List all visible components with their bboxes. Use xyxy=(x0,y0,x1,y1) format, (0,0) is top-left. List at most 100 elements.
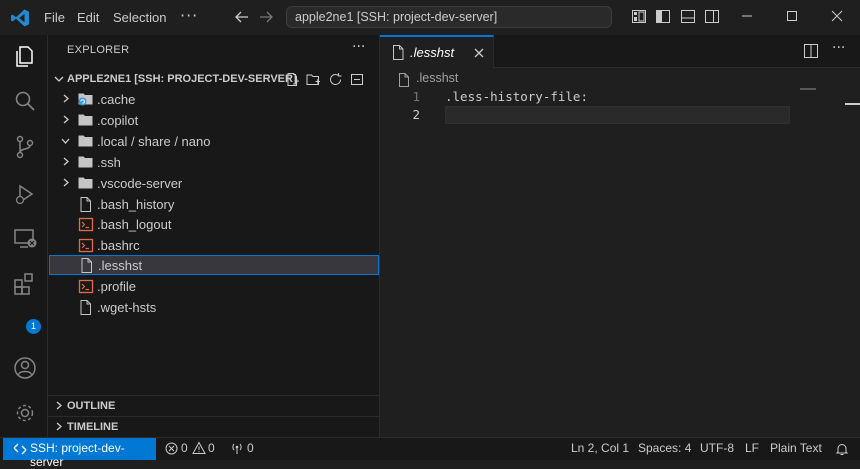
command-center[interactable]: apple2ne1 [SSH: project-dev-server] xyxy=(286,6,612,28)
tree-file-profile[interactable]: .profile xyxy=(48,276,379,296)
error-icon[interactable] xyxy=(165,442,178,455)
breadcrumb-label: .lesshst xyxy=(416,71,459,85)
new-folder-icon[interactable] xyxy=(306,72,321,87)
cursor-position[interactable]: Ln 2, Col 1 xyxy=(571,441,629,455)
maximize-icon[interactable] xyxy=(784,8,800,24)
tree-item-label: .cache xyxy=(97,92,136,107)
code-line[interactable]: 1 .less-history-file: xyxy=(380,88,860,107)
code-text[interactable]: .less-history-file: xyxy=(445,89,588,104)
chevron-down-icon xyxy=(54,76,64,82)
tree-file-bash-logout[interactable]: .bash_logout xyxy=(48,214,379,234)
tree-item-label: .copilot xyxy=(97,113,139,128)
settings-gear-icon[interactable] xyxy=(12,400,38,426)
forward-arrow-icon[interactable] xyxy=(259,10,274,24)
folder-icon xyxy=(78,156,93,168)
tree-item-label: .profile xyxy=(97,279,137,294)
tree-folder-cache[interactable]: .cache xyxy=(48,89,379,109)
tree-file-wget-hsts[interactable]: .wget-hsts xyxy=(48,297,379,317)
folder-sync-icon xyxy=(78,93,93,106)
tree-folder-local-share-nano[interactable]: .local / share / nano xyxy=(48,131,379,151)
explorer-icon[interactable] xyxy=(12,43,38,69)
error-count[interactable]: 0 xyxy=(181,441,188,455)
editor-area: .lesshst ··· .lesshst 1 .less-history-fi… xyxy=(380,35,860,437)
customize-layout-icon[interactable] xyxy=(632,10,646,23)
warning-count[interactable]: 0 xyxy=(208,441,215,455)
tree-item-label: .vscode-server xyxy=(97,176,183,191)
new-file-icon[interactable] xyxy=(285,72,300,87)
warning-icon[interactable] xyxy=(192,441,206,455)
back-arrow-icon[interactable] xyxy=(234,10,249,24)
language-mode[interactable]: Plain Text xyxy=(770,441,822,455)
tree-folder-copilot[interactable]: .copilot xyxy=(48,110,379,130)
file-icon xyxy=(399,73,409,87)
refresh-icon[interactable] xyxy=(328,72,343,87)
workspace-root-label: APPLE2NE1 [SSH: PROJECT-DEV-SERVER] xyxy=(67,73,297,85)
toggle-secondary-sidebar-icon[interactable] xyxy=(705,10,719,23)
indentation[interactable]: Spaces: 4 xyxy=(638,441,691,455)
shell-file-icon xyxy=(78,279,94,294)
tree-file-bashrc[interactable]: .bashrc xyxy=(48,235,379,255)
menu-file[interactable]: File xyxy=(44,10,65,25)
notifications-bell-icon[interactable] xyxy=(835,442,849,456)
workspace-root[interactable]: APPLE2NE1 [SSH: PROJECT-DEV-SERVER] xyxy=(48,70,379,90)
editor-more-icon[interactable]: ··· xyxy=(832,40,845,56)
source-control-icon[interactable] xyxy=(12,134,38,160)
tree-folder-vscode-server[interactable]: .vscode-server xyxy=(48,173,379,193)
line-number: 2 xyxy=(412,107,420,122)
tab-lesshst[interactable]: .lesshst xyxy=(380,35,494,68)
close-tab-icon[interactable] xyxy=(473,47,485,59)
timeline-label: TIMELINE xyxy=(67,421,119,433)
vscode-logo-icon[interactable] xyxy=(10,8,30,28)
tree-item-label: .bash_history xyxy=(97,197,175,212)
toggle-panel-icon[interactable] xyxy=(681,10,695,23)
explorer-sidebar: EXPLORER ··· APPLE2NE1 [SSH: PROJECT-DEV… xyxy=(48,35,380,437)
end-of-line[interactable]: LF xyxy=(745,441,759,455)
shell-file-icon xyxy=(78,238,94,253)
encoding[interactable]: UTF-8 xyxy=(700,441,734,455)
tree-item-label: .bash_logout xyxy=(97,217,172,232)
account-icon[interactable] xyxy=(12,355,38,381)
tree-folder-ssh[interactable]: .ssh xyxy=(48,152,379,172)
extensions-icon[interactable] xyxy=(12,271,38,297)
explorer-title: EXPLORER xyxy=(67,44,130,56)
minimize-icon[interactable] xyxy=(739,8,755,24)
menu-edit[interactable]: Edit xyxy=(77,10,99,25)
tab-label: .lesshst xyxy=(410,45,455,60)
file-icon xyxy=(80,197,91,212)
shell-file-icon xyxy=(78,217,94,232)
more-menu-icon[interactable]: ··· xyxy=(180,6,198,25)
line-number: 1 xyxy=(412,89,420,104)
menu-selection[interactable]: Selection xyxy=(113,10,166,25)
toggle-primary-sidebar-icon[interactable] xyxy=(656,10,670,23)
activity-bar: 1 xyxy=(0,35,48,437)
tree-file-bash-history[interactable]: .bash_history xyxy=(48,194,379,214)
extensions-badge: 1 xyxy=(26,319,41,334)
tree-item-label: .bashrc xyxy=(97,238,140,253)
collapse-all-icon[interactable] xyxy=(350,72,365,87)
ports-icon[interactable] xyxy=(230,442,244,455)
remote-explorer-icon[interactable] xyxy=(12,226,38,252)
close-window-icon[interactable] xyxy=(829,8,845,24)
run-debug-icon[interactable] xyxy=(12,181,38,207)
split-editor-icon[interactable] xyxy=(804,44,818,58)
folder-icon xyxy=(78,114,93,126)
code-line[interactable]: 2 xyxy=(380,106,860,125)
search-icon[interactable] xyxy=(12,88,38,114)
editor-tabs: .lesshst ··· xyxy=(380,35,860,68)
chevron-right-icon xyxy=(63,178,69,187)
chevron-down-icon xyxy=(61,138,70,144)
chevron-right-icon xyxy=(63,157,69,166)
outline-label: OUTLINE xyxy=(67,400,116,412)
timeline-section[interactable]: TIMELINE xyxy=(48,416,379,437)
file-icon xyxy=(80,300,91,315)
outline-section[interactable]: OUTLINE xyxy=(48,395,379,416)
tree-item-label: .lesshst xyxy=(98,258,143,273)
chevron-right-icon xyxy=(56,422,62,431)
file-icon xyxy=(81,258,92,273)
tree-item-label: .local / share / nano xyxy=(97,134,211,149)
tree-file-lesshst[interactable]: .lesshst xyxy=(49,255,379,275)
remote-indicator[interactable]: SSH: project-dev-server xyxy=(3,438,156,469)
ports-count[interactable]: 0 xyxy=(247,441,254,455)
file-icon xyxy=(393,45,404,60)
explorer-more-icon[interactable]: ··· xyxy=(352,39,365,55)
